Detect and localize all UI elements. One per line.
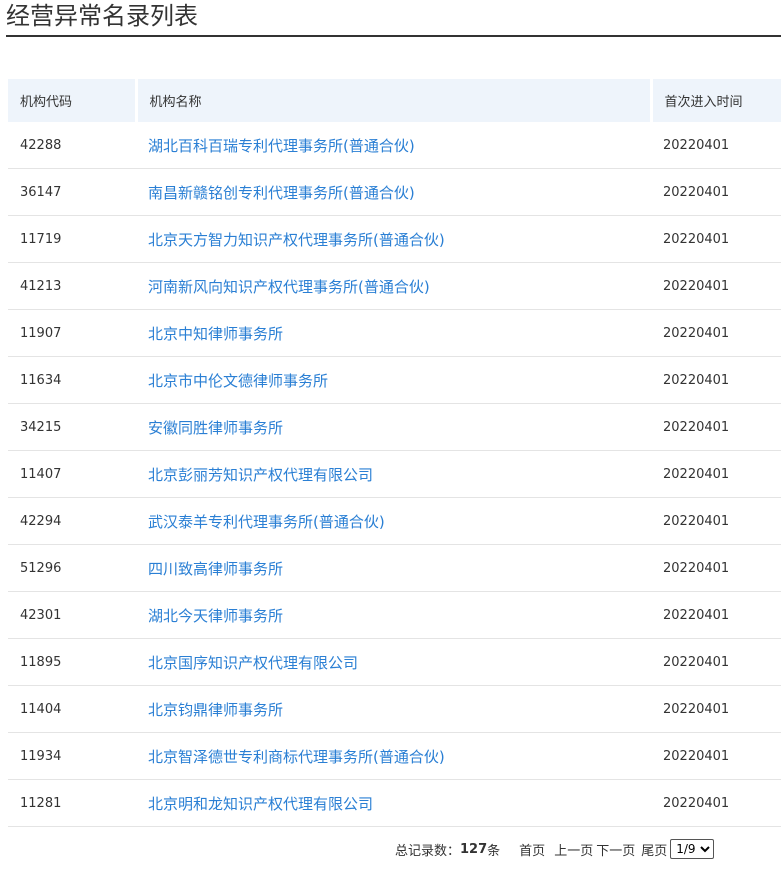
org-name-link[interactable]: 北京智泽德世专利商标代理事务所(普通合伙) <box>148 748 445 766</box>
row-date: 20220401 <box>651 450 781 498</box>
row-date: 20220401 <box>651 309 781 357</box>
org-name-link[interactable]: 南昌新赣铭创专利代理事务所(普通合伙) <box>148 184 415 202</box>
row-code: 11281 <box>8 779 136 827</box>
pagination: 总记录数： 127 条 首页 上一页 下一页 尾页 1/9 <box>395 838 715 860</box>
abnormal-list-table: 机构代码 机构名称 首次进入时间 42288 湖北百科百瑞专利代理事务所(普通合伙… <box>8 79 781 827</box>
header-date: 首次进入时间 <box>651 79 781 122</box>
row-date: 20220401 <box>651 215 781 263</box>
row-name-cell: 北京钧鼎律师事务所 <box>136 685 651 733</box>
row-date: 20220401 <box>651 168 781 216</box>
row-date: 20220401 <box>651 685 781 733</box>
row-code: 34215 <box>8 403 136 451</box>
table-row: 11404 北京钧鼎律师事务所 20220401 <box>8 685 781 733</box>
row-name-cell: 北京明和龙知识产权代理有限公司 <box>136 779 651 827</box>
row-name-cell: 北京国序知识产权代理有限公司 <box>136 638 651 686</box>
row-code: 11404 <box>8 685 136 733</box>
total-unit: 条 <box>487 843 501 859</box>
row-code: 11407 <box>8 450 136 498</box>
org-name-link[interactable]: 北京中知律师事务所 <box>148 325 283 343</box>
row-name-cell: 北京天方智力知识产权代理事务所(普通合伙) <box>136 215 651 263</box>
row-code: 11907 <box>8 309 136 357</box>
table-row: 11934 北京智泽德世专利商标代理事务所(普通合伙) 20220401 <box>8 732 781 780</box>
row-name-cell: 北京市中伦文德律师事务所 <box>136 356 651 404</box>
org-name-link[interactable]: 四川致高律师事务所 <box>148 560 283 578</box>
org-name-link[interactable]: 河南新风向知识产权代理事务所(普通合伙) <box>148 278 430 296</box>
total-label: 总记录数： <box>395 843 461 859</box>
row-date: 20220401 <box>651 544 781 592</box>
table-row: 11907 北京中知律师事务所 20220401 <box>8 309 781 357</box>
row-name-cell: 安徽同胜律师事务所 <box>136 403 651 451</box>
org-name-link[interactable]: 北京市中伦文德律师事务所 <box>148 372 328 390</box>
table-row: 11719 北京天方智力知识产权代理事务所(普通合伙) 20220401 <box>8 215 781 263</box>
next-page-link[interactable]: 下一页 <box>596 840 635 859</box>
row-date: 20220401 <box>651 356 781 404</box>
row-date: 20220401 <box>651 591 781 639</box>
row-code: 41213 <box>8 262 136 310</box>
table-row: 34215 安徽同胜律师事务所 20220401 <box>8 403 781 451</box>
last-page-link[interactable]: 尾页 <box>641 840 667 859</box>
row-name-cell: 北京彭丽芳知识产权代理有限公司 <box>136 450 651 498</box>
org-name-link[interactable]: 湖北百科百瑞专利代理事务所(普通合伙) <box>148 137 415 155</box>
first-page-link[interactable]: 首页 <box>519 840 545 859</box>
header-code: 机构代码 <box>8 79 138 122</box>
total-count: 127 <box>460 841 488 857</box>
row-code: 51296 <box>8 544 136 592</box>
row-name-cell: 湖北今天律师事务所 <box>136 591 651 639</box>
prev-page-link[interactable]: 上一页 <box>554 840 593 859</box>
table-row: 11407 北京彭丽芳知识产权代理有限公司 20220401 <box>8 450 781 498</box>
org-name-link[interactable]: 北京国序知识产权代理有限公司 <box>148 654 358 672</box>
row-name-cell: 南昌新赣铭创专利代理事务所(普通合伙) <box>136 168 651 216</box>
row-name-cell: 湖北百科百瑞专利代理事务所(普通合伙) <box>136 122 651 169</box>
row-code: 11634 <box>8 356 136 404</box>
table-row: 41213 河南新风向知识产权代理事务所(普通合伙) 20220401 <box>8 262 781 310</box>
org-name-link[interactable]: 武汉泰羊专利代理事务所(普通合伙) <box>148 513 385 531</box>
row-code: 42288 <box>8 122 136 169</box>
row-name-cell: 北京智泽德世专利商标代理事务所(普通合伙) <box>136 732 651 780</box>
row-name-cell: 北京中知律师事务所 <box>136 309 651 357</box>
row-name-cell: 四川致高律师事务所 <box>136 544 651 592</box>
row-code: 11719 <box>8 215 136 263</box>
table-row: 11895 北京国序知识产权代理有限公司 20220401 <box>8 638 781 686</box>
row-name-cell: 河南新风向知识产权代理事务所(普通合伙) <box>136 262 651 310</box>
org-name-link[interactable]: 北京明和龙知识产权代理有限公司 <box>148 795 373 813</box>
row-date: 20220401 <box>651 779 781 827</box>
row-name-cell: 武汉泰羊专利代理事务所(普通合伙) <box>136 497 651 545</box>
table-row: 11281 北京明和龙知识产权代理有限公司 20220401 <box>8 779 781 827</box>
row-code: 11895 <box>8 638 136 686</box>
table-body: 42288 湖北百科百瑞专利代理事务所(普通合伙) 20220401 36147 南昌新… <box>8 122 781 827</box>
org-name-link[interactable]: 安徽同胜律师事务所 <box>148 419 283 437</box>
table-row: 51296 四川致高律师事务所 20220401 <box>8 544 781 592</box>
org-name-link[interactable]: 北京彭丽芳知识产权代理有限公司 <box>148 466 373 484</box>
org-name-link[interactable]: 北京天方智力知识产权代理事务所(普通合伙) <box>148 231 445 249</box>
row-code: 42294 <box>8 497 136 545</box>
table-row: 42294 武汉泰羊专利代理事务所(普通合伙) 20220401 <box>8 497 781 545</box>
table-row: 42301 湖北今天律师事务所 20220401 <box>8 591 781 639</box>
row-code: 36147 <box>8 168 136 216</box>
row-date: 20220401 <box>651 403 781 451</box>
table-row: 11634 北京市中伦文德律师事务所 20220401 <box>8 356 781 404</box>
table-row: 36147 南昌新赣铭创专利代理事务所(普通合伙) 20220401 <box>8 168 781 216</box>
row-code: 42301 <box>8 591 136 639</box>
org-name-link[interactable]: 湖北今天律师事务所 <box>148 607 283 625</box>
row-date: 20220401 <box>651 497 781 545</box>
row-date: 20220401 <box>651 638 781 686</box>
row-date: 20220401 <box>651 122 781 169</box>
row-code: 11934 <box>8 732 136 780</box>
row-date: 20220401 <box>651 262 781 310</box>
page-select[interactable]: 1/9 <box>670 839 715 859</box>
table-header-row: 机构代码 机构名称 首次进入时间 <box>8 79 781 122</box>
page-title: 经营异常名录列表 <box>6 2 198 30</box>
org-name-link[interactable]: 北京钧鼎律师事务所 <box>148 701 283 719</box>
title-bar: 经营异常名录列表 <box>6 0 781 37</box>
table-row: 42288 湖北百科百瑞专利代理事务所(普通合伙) 20220401 <box>8 122 781 169</box>
row-date: 20220401 <box>651 732 781 780</box>
header-name: 机构名称 <box>136 79 653 122</box>
